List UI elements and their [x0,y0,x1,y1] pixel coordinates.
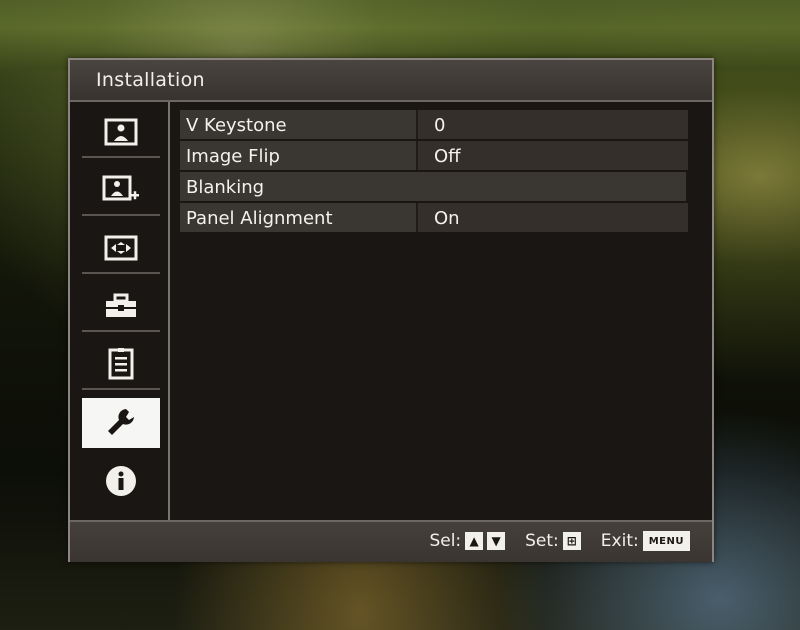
toolbox-icon [106,293,136,317]
sidebar-item-screen[interactable] [82,224,160,274]
sidebar-item-picture[interactable] [82,108,160,158]
setting-value: On [434,208,460,229]
down-arrow-icon: ▼ [487,532,506,550]
setting-label: V Keystone [186,115,287,136]
setting-label: Panel Alignment [186,208,333,229]
setting-row-v-keystone[interactable]: V Keystone 0 [180,110,688,139]
sidebar-item-information[interactable] [82,456,160,506]
enter-key-icon: ⊞ [562,532,581,550]
sidebar-item-installation[interactable] [82,398,160,448]
sidebar-item-setup[interactable] [82,340,160,390]
up-arrow-icon: ▲ [465,532,484,550]
sel-label: Sel: [429,531,462,551]
setting-row-image-flip[interactable]: Image Flip Off [180,141,688,170]
key-hints-bar: Sel: ▲ ▼ Set: ⊞ Exit: MENU [70,520,712,562]
screen-fit-icon [104,235,138,261]
setting-value-cell: 0 [416,110,688,139]
key-hints: Sel: ▲ ▼ Set: ⊞ Exit: MENU [429,531,690,551]
wrench-icon [108,409,134,435]
exit-label: Exit: [600,531,639,551]
page-title: Installation [96,69,205,91]
settings-list: V Keystone 0 Image Flip Off Blanking Pan… [180,110,688,234]
setting-label: Blanking [186,177,265,198]
sidebar-item-advanced-picture[interactable] [82,166,160,216]
menu-titlebar: Installation [70,60,712,102]
checklist-icon [108,348,134,380]
setting-value-cell: On [416,203,688,232]
picture-plus-icon [102,175,139,201]
setting-label: Image Flip [186,146,280,167]
picture-icon [104,118,138,146]
setting-row-blanking[interactable]: Blanking [180,172,686,201]
setting-value: Off [434,146,461,167]
set-label: Set: [525,531,559,551]
category-sidebar [70,102,170,520]
installation-menu: Installation V Keystone 0 Image Flip Off… [68,58,714,562]
setting-value: 0 [434,115,446,136]
setting-row-panel-alignment[interactable]: Panel Alignment On [180,203,688,232]
info-icon [106,466,136,496]
menu-key-icon: MENU [642,531,690,551]
sidebar-item-function[interactable] [82,282,160,332]
setting-value-cell: Off [416,141,688,170]
